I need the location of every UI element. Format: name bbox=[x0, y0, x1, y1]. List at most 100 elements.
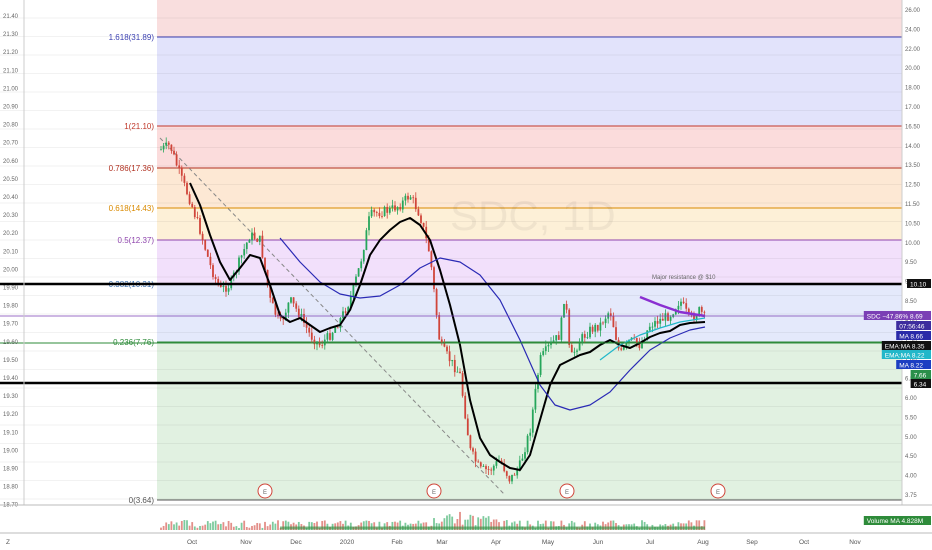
candle-body bbox=[214, 277, 217, 279]
candle-body bbox=[485, 466, 487, 470]
candle-body bbox=[167, 142, 170, 145]
candle-body bbox=[404, 195, 407, 201]
candle-body bbox=[586, 337, 589, 339]
time-axis-label: Feb bbox=[391, 539, 403, 546]
right-axis-tick: 16.50 bbox=[905, 124, 921, 130]
candle-body bbox=[552, 340, 555, 342]
price-tag-label: 07:56:46 bbox=[899, 324, 925, 331]
time-axis-label: Dec bbox=[290, 539, 302, 546]
right-axis-tick: 8.50 bbox=[905, 299, 917, 305]
time-axis-label: Nov bbox=[849, 539, 861, 546]
left-axis-tick: 19.70 bbox=[3, 322, 19, 328]
volume-bar bbox=[193, 526, 196, 530]
candle-body bbox=[495, 461, 498, 466]
left-axis-tick: 21.00 bbox=[3, 86, 19, 92]
candle-body bbox=[352, 283, 355, 297]
left-axis-tick: 18.70 bbox=[3, 503, 19, 509]
candle-body bbox=[326, 333, 329, 340]
right-axis-tick: 5.50 bbox=[905, 415, 917, 421]
candle-body bbox=[570, 344, 573, 353]
volume-bar bbox=[225, 526, 227, 530]
candle-body bbox=[365, 230, 368, 251]
candle-body bbox=[477, 461, 480, 463]
volume-bar bbox=[206, 521, 209, 530]
candle-body bbox=[446, 346, 448, 352]
time-axis-label: May bbox=[542, 539, 555, 546]
candle-body bbox=[459, 371, 461, 374]
left-axis-tick: 21.20 bbox=[3, 50, 19, 56]
price-tag-label: 6.34 bbox=[914, 382, 927, 389]
volume-bar bbox=[230, 522, 233, 530]
volume-bar bbox=[204, 524, 207, 530]
price-tag-label: 7.66 bbox=[914, 373, 927, 380]
candle-body bbox=[682, 301, 685, 304]
price-tag-label: SDC −47.86% 8.69 bbox=[867, 314, 923, 321]
right-axis-tick: 18.00 bbox=[905, 86, 921, 92]
candle-body bbox=[578, 342, 581, 351]
candle-body bbox=[160, 149, 162, 151]
zoom-button: Z bbox=[6, 539, 10, 546]
candle-body bbox=[456, 371, 459, 373]
candle-body bbox=[648, 326, 651, 331]
candle-body bbox=[433, 267, 435, 290]
candle-body bbox=[180, 168, 183, 176]
candle-body bbox=[287, 302, 290, 313]
volume-bar bbox=[271, 521, 274, 530]
candle-body bbox=[596, 324, 599, 331]
candle-body bbox=[508, 475, 511, 482]
right-axis-tick: 5.00 bbox=[905, 435, 917, 441]
right-axis-tick: 10.00 bbox=[905, 241, 921, 247]
candle-body bbox=[165, 142, 168, 146]
candle-body bbox=[511, 474, 513, 482]
left-axis-tick: 20.70 bbox=[3, 141, 19, 147]
left-axis-tick: 21.40 bbox=[3, 14, 19, 20]
left-axis-tick: 21.10 bbox=[3, 68, 19, 74]
volume-bar bbox=[186, 520, 188, 530]
left-axis-tick: 18.90 bbox=[3, 467, 19, 473]
price-tag-label: MA 8.66 bbox=[899, 334, 923, 341]
candle-body bbox=[295, 303, 298, 309]
time-axis-label: Nov bbox=[240, 539, 252, 546]
price-tag-label: EMA:MA 8.35 bbox=[885, 344, 925, 351]
left-axis-tick: 21.30 bbox=[3, 32, 19, 38]
candle-body bbox=[526, 435, 529, 453]
candle-body bbox=[661, 318, 664, 321]
candle-body bbox=[271, 297, 274, 304]
fib-band bbox=[157, 37, 902, 126]
candle-body bbox=[357, 268, 360, 277]
left-axis-tick: 20.30 bbox=[3, 213, 19, 219]
candle-body bbox=[651, 326, 654, 328]
candle-body bbox=[219, 285, 222, 287]
candle-body bbox=[505, 471, 508, 476]
candle-body bbox=[591, 326, 594, 332]
left-axis-tick: 19.00 bbox=[3, 448, 19, 454]
price-tag-label: EMA:MA 8.22 bbox=[885, 353, 925, 360]
volume-bar bbox=[261, 527, 264, 530]
time-axis-label: Sep bbox=[746, 539, 758, 546]
candle-body bbox=[422, 222, 425, 227]
candle-body bbox=[313, 339, 316, 345]
candle-body bbox=[521, 458, 524, 461]
chart[interactable]: 1.618(31.89) 1(21.10) 0.786(17.36) 0.618(14… bbox=[0, 0, 932, 550]
candle-body bbox=[360, 261, 363, 269]
candle-body bbox=[555, 335, 558, 341]
candle-body bbox=[308, 327, 311, 333]
candle-body bbox=[323, 339, 326, 346]
candle-body bbox=[373, 209, 376, 213]
price-tag-label: 10.10 bbox=[910, 282, 927, 289]
fib-band bbox=[157, 342, 902, 500]
candle-body bbox=[201, 233, 204, 241]
fib-label: 1(21.10) bbox=[124, 122, 154, 131]
candle-body bbox=[253, 232, 256, 239]
volume-bar bbox=[251, 525, 253, 530]
candle-body bbox=[258, 235, 261, 242]
time-axis-label: Oct bbox=[799, 539, 809, 546]
watermark: SDC, 1D bbox=[450, 192, 616, 239]
volume-bar bbox=[238, 527, 240, 530]
right-axis-tick: 9.50 bbox=[905, 260, 917, 266]
time-axis-label: 2020 bbox=[340, 539, 355, 546]
candle-body bbox=[576, 350, 578, 352]
candle-body bbox=[581, 334, 584, 343]
candle-body bbox=[438, 315, 441, 340]
right-axis-tick: 14.00 bbox=[905, 144, 921, 150]
